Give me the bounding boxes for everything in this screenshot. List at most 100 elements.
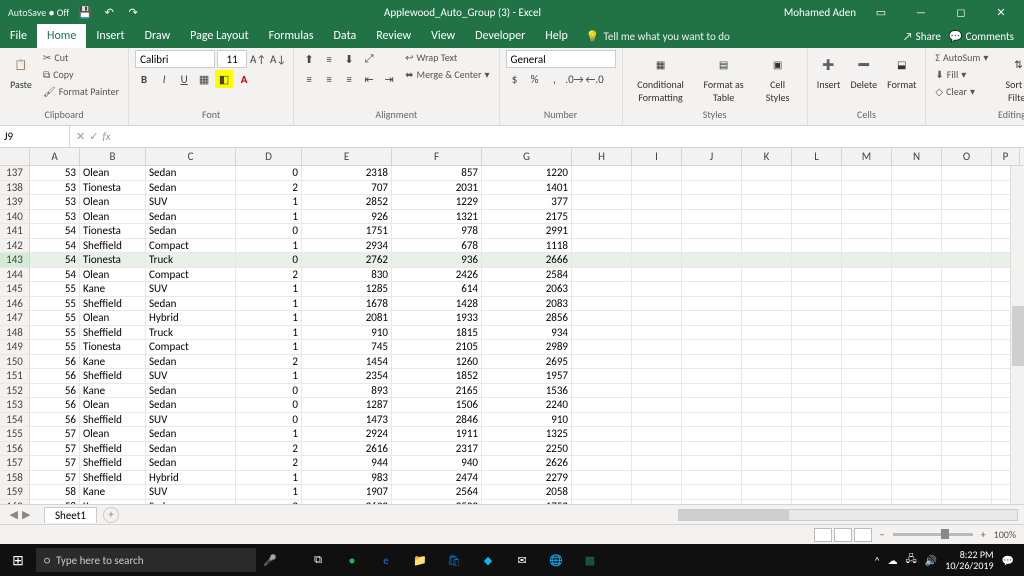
cell[interactable] [682, 166, 742, 181]
cell[interactable]: SUV [146, 369, 236, 384]
cell[interactable] [842, 340, 892, 355]
cell[interactable]: 2279 [482, 471, 572, 486]
cell[interactable] [572, 166, 632, 181]
cell[interactable] [742, 166, 792, 181]
row-header-147[interactable]: 147 [0, 311, 30, 326]
fx-icon[interactable]: fx [102, 130, 110, 143]
cell[interactable]: Sheffield [80, 297, 146, 312]
cell[interactable]: Olean [80, 427, 146, 442]
sheet-nav-prev-icon[interactable]: ◀ [10, 508, 18, 521]
cell[interactable] [572, 268, 632, 283]
cell[interactable] [792, 311, 842, 326]
cell[interactable] [572, 500, 632, 505]
cell[interactable]: 54 [30, 268, 80, 283]
cell[interactable] [942, 471, 992, 486]
cancel-formula-icon[interactable]: ✕ [76, 130, 85, 143]
cell[interactable] [742, 340, 792, 355]
volume-icon[interactable]: 🔊 [925, 554, 937, 567]
cell[interactable]: 1454 [302, 355, 392, 370]
tab-draw[interactable]: Draw [135, 24, 181, 48]
cell[interactable] [742, 384, 792, 399]
cell[interactable]: 944 [302, 456, 392, 471]
cell[interactable]: Sedan [146, 224, 236, 239]
cell[interactable]: 2626 [482, 456, 572, 471]
task-view-icon[interactable]: ⧉ [308, 550, 328, 570]
name-box[interactable] [4, 130, 65, 143]
cell[interactable]: 1 [236, 210, 302, 225]
cell[interactable] [842, 413, 892, 428]
col-header-C[interactable]: C [146, 148, 236, 165]
cell[interactable]: 2 [236, 268, 302, 283]
cell[interactable] [792, 456, 842, 471]
cell[interactable]: 1260 [392, 355, 482, 370]
col-header-J[interactable]: J [682, 148, 742, 165]
cell[interactable] [892, 500, 942, 505]
cell[interactable] [842, 427, 892, 442]
cell[interactable]: Sedan [146, 456, 236, 471]
cell[interactable] [682, 195, 742, 210]
cell[interactable]: Olean [80, 268, 146, 283]
cell[interactable]: 1 [236, 427, 302, 442]
cell[interactable]: Olean [80, 195, 146, 210]
col-header-O[interactable]: O [942, 148, 992, 165]
cell[interactable]: Sheffield [80, 456, 146, 471]
tab-help[interactable]: Help [535, 24, 578, 48]
cell[interactable]: Compact [146, 239, 236, 254]
cell[interactable]: Olean [80, 311, 146, 326]
autosave-toggle[interactable]: AutoSave ● Off [8, 6, 69, 19]
cell[interactable] [792, 500, 842, 505]
cell[interactable]: 1 [236, 239, 302, 254]
cell[interactable]: 2063 [482, 282, 572, 297]
zoom-slider[interactable] [893, 533, 973, 536]
zoom-in-button[interactable]: + [981, 528, 986, 541]
cell[interactable] [632, 268, 682, 283]
redo-icon[interactable]: ↷ [125, 4, 141, 20]
cell[interactable]: 2934 [302, 239, 392, 254]
cell[interactable] [682, 253, 742, 268]
cell[interactable] [792, 282, 842, 297]
cell[interactable] [842, 442, 892, 457]
cell[interactable]: 707 [302, 181, 392, 196]
cell[interactable]: Kane [80, 282, 146, 297]
comma-format-icon[interactable]: , [546, 70, 564, 88]
cell[interactable] [892, 181, 942, 196]
cell[interactable] [682, 326, 742, 341]
cell[interactable]: Sedan [146, 210, 236, 225]
cell[interactable]: 1 [236, 311, 302, 326]
vertical-scrollbar[interactable] [1010, 166, 1024, 504]
cell[interactable] [632, 471, 682, 486]
cell[interactable]: 55 [30, 326, 80, 341]
cell[interactable] [942, 210, 992, 225]
cell[interactable]: 1752 [482, 500, 572, 505]
row-header-158[interactable]: 158 [0, 471, 30, 486]
cell[interactable]: 55 [30, 282, 80, 297]
underline-button[interactable]: U [175, 70, 193, 88]
cell[interactable]: 55 [30, 297, 80, 312]
cell[interactable] [632, 340, 682, 355]
horizontal-scrollbar[interactable] [678, 509, 1018, 521]
cell[interactable] [892, 369, 942, 384]
cell[interactable]: 53 [30, 210, 80, 225]
cell[interactable]: 2846 [392, 413, 482, 428]
cell[interactable]: 58 [30, 500, 80, 505]
decrease-font-icon[interactable]: A↓ [269, 50, 287, 68]
autosum-button[interactable]: ΣAutoSum ▾ [932, 50, 991, 65]
cell[interactable]: 1 [236, 471, 302, 486]
cell[interactable] [682, 427, 742, 442]
cell[interactable]: Sedan [146, 181, 236, 196]
font-name-combo[interactable] [135, 50, 215, 68]
fill-button[interactable]: ⬇Fill ▾ [932, 67, 991, 82]
cut-button[interactable]: ✂Cut [40, 50, 122, 65]
align-right-icon[interactable]: ≡ [340, 70, 358, 88]
cell[interactable] [632, 427, 682, 442]
cell[interactable] [632, 239, 682, 254]
cell[interactable] [892, 413, 942, 428]
cell[interactable] [792, 166, 842, 181]
decrease-indent-icon[interactable]: ⇤ [360, 70, 378, 88]
cell[interactable] [632, 442, 682, 457]
cell[interactable] [632, 384, 682, 399]
cell[interactable]: 57 [30, 456, 80, 471]
cell[interactable] [792, 268, 842, 283]
cell[interactable] [792, 239, 842, 254]
format-cells-button[interactable]: ⬓Format [884, 50, 919, 93]
